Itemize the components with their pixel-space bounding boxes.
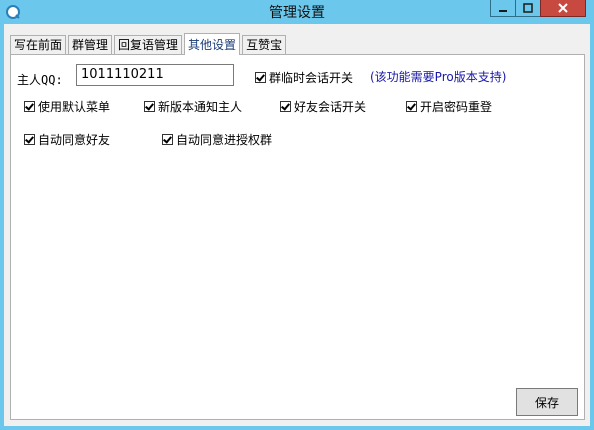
- new-version-notify-checkbox[interactable]: 新版本通知主人: [144, 98, 242, 115]
- friend-chat-checkbox[interactable]: 好友会话开关: [280, 98, 366, 115]
- auto-accept-group-checkbox[interactable]: 自动同意进授权群: [162, 131, 272, 148]
- checkbox-checked-icon: [162, 134, 173, 145]
- owner-qq-label: 主人QQ:: [17, 73, 63, 87]
- checkbox-checked-icon: [280, 101, 291, 112]
- caption-buttons: [490, 0, 586, 18]
- tab-other-settings[interactable]: 其他设置: [184, 33, 241, 55]
- tab-group-management[interactable]: 群管理: [68, 35, 113, 54]
- default-menu-label: 使用默认菜单: [38, 100, 111, 114]
- maximize-button[interactable]: [515, 0, 541, 17]
- password-reset-checkbox[interactable]: 开启密码重登: [406, 98, 492, 115]
- tab-intro[interactable]: 写在前面: [10, 35, 67, 54]
- close-button[interactable]: [540, 0, 586, 17]
- title-bar[interactable]: 管理设置: [0, 0, 594, 24]
- group-temp-chat-checkbox[interactable]: 群临时会话开关: [255, 69, 353, 86]
- close-icon: [558, 3, 568, 13]
- save-button[interactable]: 保存: [516, 388, 578, 416]
- pro-version-note: (该功能需要Pro版本支持): [370, 70, 507, 84]
- new-version-notify-label: 新版本通知主人: [158, 100, 243, 114]
- checkbox-checked-icon: [406, 101, 417, 112]
- checkbox-checked-icon: [255, 72, 266, 83]
- tab-mutual-like[interactable]: 互赞宝: [242, 35, 287, 54]
- auto-accept-friend-label: 自动同意好友: [38, 133, 111, 147]
- tab-strip: 写在前面 群管理 回复语管理 其他设置 互赞宝: [10, 33, 288, 55]
- password-reset-label: 开启密码重登: [420, 100, 493, 114]
- friend-chat-label: 好友会话开关: [294, 100, 367, 114]
- minimize-icon: [499, 10, 507, 12]
- tab-reply-management[interactable]: 回复语管理: [114, 35, 183, 54]
- auto-accept-group-label: 自动同意进授权群: [176, 133, 273, 147]
- main-window: 管理设置 写在前面 群管理 回复语管理 其他设置 互赞宝 主人QQ: 10111…: [0, 0, 594, 430]
- maximize-icon: [523, 3, 533, 13]
- default-menu-checkbox[interactable]: 使用默认菜单: [24, 98, 110, 115]
- group-temp-chat-label: 群临时会话开关: [269, 71, 354, 85]
- checkbox-checked-icon: [144, 101, 155, 112]
- checkbox-checked-icon: [24, 101, 35, 112]
- checkbox-checked-icon: [24, 134, 35, 145]
- client-area: 写在前面 群管理 回复语管理 其他设置 互赞宝 主人QQ: 1011110211…: [4, 24, 590, 426]
- minimize-button[interactable]: [490, 0, 516, 17]
- auto-accept-friend-checkbox[interactable]: 自动同意好友: [24, 131, 110, 148]
- owner-qq-input[interactable]: 1011110211: [76, 64, 234, 86]
